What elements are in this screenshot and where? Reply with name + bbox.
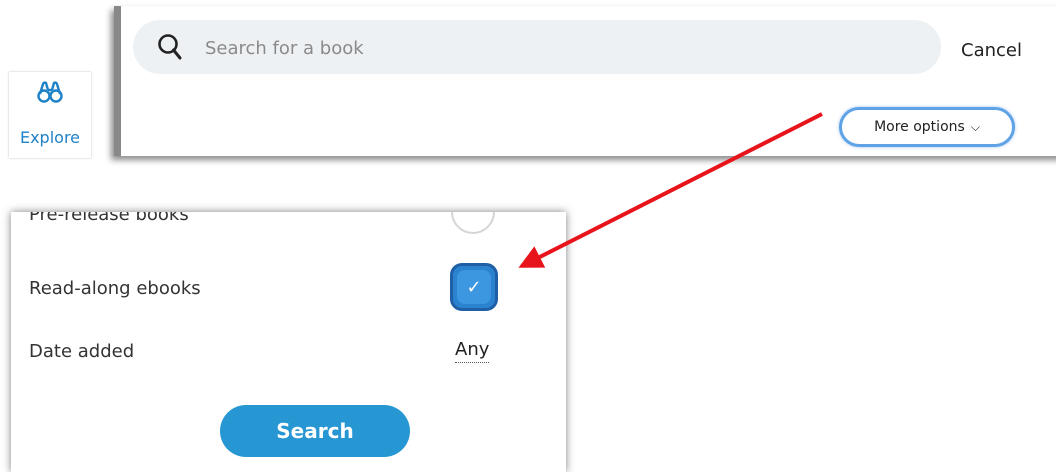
readalong-checkbox[interactable]: ✓ bbox=[450, 263, 498, 311]
binoculars-icon bbox=[37, 80, 63, 108]
nav-item-explore[interactable]: Explore bbox=[9, 72, 91, 158]
readalong-label: Read-along ebooks bbox=[29, 278, 201, 299]
filter-panel: Pre-release books Read-along ebooks ✓ Da… bbox=[11, 212, 566, 472]
prerelease-checkbox[interactable] bbox=[451, 212, 495, 234]
date-added-select[interactable]: Any bbox=[455, 339, 490, 363]
prerelease-label: Pre-release books bbox=[29, 212, 189, 225]
more-options-button[interactable]: More options ⌵ bbox=[839, 107, 1015, 147]
date-added-label: Date added bbox=[29, 341, 135, 362]
search-bar[interactable] bbox=[133, 20, 941, 74]
search-panel: Cancel More options ⌵ bbox=[114, 6, 1056, 156]
explore-label: Explore bbox=[19, 128, 81, 147]
search-input[interactable] bbox=[203, 32, 907, 64]
more-options-label: More options bbox=[874, 119, 965, 135]
chevron-down-icon: ⌵ bbox=[970, 119, 980, 134]
search-button[interactable]: Search bbox=[220, 405, 410, 457]
checkmark-icon: ✓ bbox=[457, 270, 491, 304]
search-icon bbox=[157, 33, 183, 65]
cancel-button[interactable]: Cancel bbox=[961, 40, 1022, 61]
